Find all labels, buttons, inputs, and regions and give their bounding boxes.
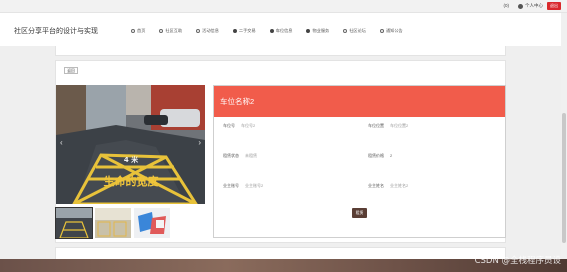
chevron-right-icon[interactable]: › — [198, 138, 201, 147]
field-value: 未租赁 — [245, 153, 257, 158]
circle-icon — [159, 28, 164, 33]
chevron-left-icon[interactable]: ‹ — [60, 138, 63, 147]
parking-title: 车位名称2 — [214, 86, 505, 117]
parking-photo-image: 4 米 生命的宽度 — [56, 85, 205, 204]
service-icon — [306, 28, 311, 33]
field-owner-account: 业主账号 业主账号2 — [223, 183, 263, 189]
field-label: 业主账号 — [223, 183, 239, 188]
site-header: 社区分享平台的设计与实现 首页 社区互助 活动信息 二手交易 车位信息 物业服务… — [0, 13, 567, 46]
top-bar: (0) 个人中心 退出 — [0, 0, 567, 13]
user-center-link[interactable]: 个人中心 — [518, 3, 543, 9]
nav-item-help[interactable]: 社区互助 — [152, 27, 189, 34]
field-rent-status: 租赁状态 未租赁 — [223, 153, 257, 159]
nav-label: 社区互助 — [165, 27, 183, 33]
field-label: 车位号 — [223, 123, 235, 128]
field-value: 车位号2 — [241, 123, 256, 128]
field-label: 车位位置 — [368, 123, 384, 128]
field-value: 业主账号2 — [245, 183, 264, 188]
cart-count[interactable]: (0) — [503, 3, 509, 8]
nav-label: 物业服务 — [312, 27, 330, 33]
thumbnail-image — [56, 208, 92, 238]
nav-item-trade[interactable]: 二手交易 — [226, 27, 263, 34]
header-strip — [55, 46, 506, 56]
site-title: 社区分享平台的设计与实现 — [14, 28, 98, 35]
thumbnail-1[interactable] — [55, 207, 93, 239]
thumbnail-list — [55, 207, 170, 239]
road-sign-bottom: 生命的宽度 — [104, 174, 160, 188]
user-center-label: 个人中心 — [525, 3, 543, 8]
nav-label: 通知公告 — [385, 27, 403, 33]
nav-label: 二手交易 — [238, 27, 256, 33]
field-value: 2 — [390, 153, 393, 158]
field-value: 车位位置2 — [390, 123, 409, 128]
parking-icon — [269, 28, 274, 33]
nav-item-activity[interactable]: 活动信息 — [189, 27, 226, 34]
nav-item-service[interactable]: 物业服务 — [299, 27, 336, 34]
detail-panel: 返回 4 米 生命的宽度 ‹ › 车位名称2 车位号 车位号2 车位位置 车位位… — [55, 60, 506, 243]
user-icon — [518, 3, 523, 9]
back-button[interactable]: 返回 — [64, 67, 78, 74]
cart-count-value: 0 — [504, 3, 508, 8]
home-icon — [131, 28, 135, 33]
field-rent-price: 租赁价格 2 — [368, 153, 392, 159]
nav-item-notice[interactable]: 通知公告 — [373, 27, 410, 34]
nav-item-home[interactable]: 首页 — [124, 27, 152, 34]
field-label: 租赁价格 — [368, 153, 384, 158]
thumbnail-3[interactable] — [134, 208, 170, 238]
activity-icon — [196, 28, 201, 33]
parking-detail-card: 车位名称2 车位号 车位号2 车位位置 车位位置2 租赁状态 未租赁 租赁价格 … — [213, 85, 506, 238]
nav-item-parking[interactable]: 车位信息 — [263, 27, 300, 34]
nav-label: 首页 — [137, 27, 146, 33]
rent-button[interactable]: 租赁 — [352, 208, 367, 218]
thumbnail-image — [95, 208, 131, 238]
field-label: 业主姓名 — [368, 183, 384, 188]
lower-strip — [55, 247, 506, 259]
watermark: CSDN @全栈程序员设 — [474, 256, 561, 266]
nav-label: 活动信息 — [202, 27, 219, 33]
logout-button[interactable]: 退出 — [547, 2, 561, 10]
thumbnail-image — [134, 208, 170, 238]
forum-icon — [343, 28, 348, 33]
scrollbar-thumb[interactable] — [562, 113, 566, 243]
field-label: 租赁状态 — [223, 153, 239, 158]
trade-icon — [232, 28, 237, 33]
scrollbar[interactable] — [561, 13, 567, 259]
notice-icon — [379, 28, 384, 33]
field-location: 车位位置 车位位置2 — [368, 123, 408, 129]
main-nav: 首页 社区互助 活动信息 二手交易 车位信息 物业服务 社区论坛 通知公告 — [124, 27, 410, 34]
nav-item-forum[interactable]: 社区论坛 — [336, 27, 373, 34]
main-photo: 4 米 生命的宽度 ‹ › — [56, 85, 205, 204]
road-sign-top: 4 米 — [124, 155, 139, 164]
field-owner-name: 业主姓名 业主姓名2 — [368, 183, 408, 189]
field-space-no: 车位号 车位号2 — [223, 123, 255, 129]
field-value: 业主姓名2 — [390, 183, 409, 188]
nav-label: 车位信息 — [275, 27, 293, 33]
nav-label: 社区论坛 — [349, 27, 366, 33]
thumbnail-2[interactable] — [95, 208, 131, 238]
